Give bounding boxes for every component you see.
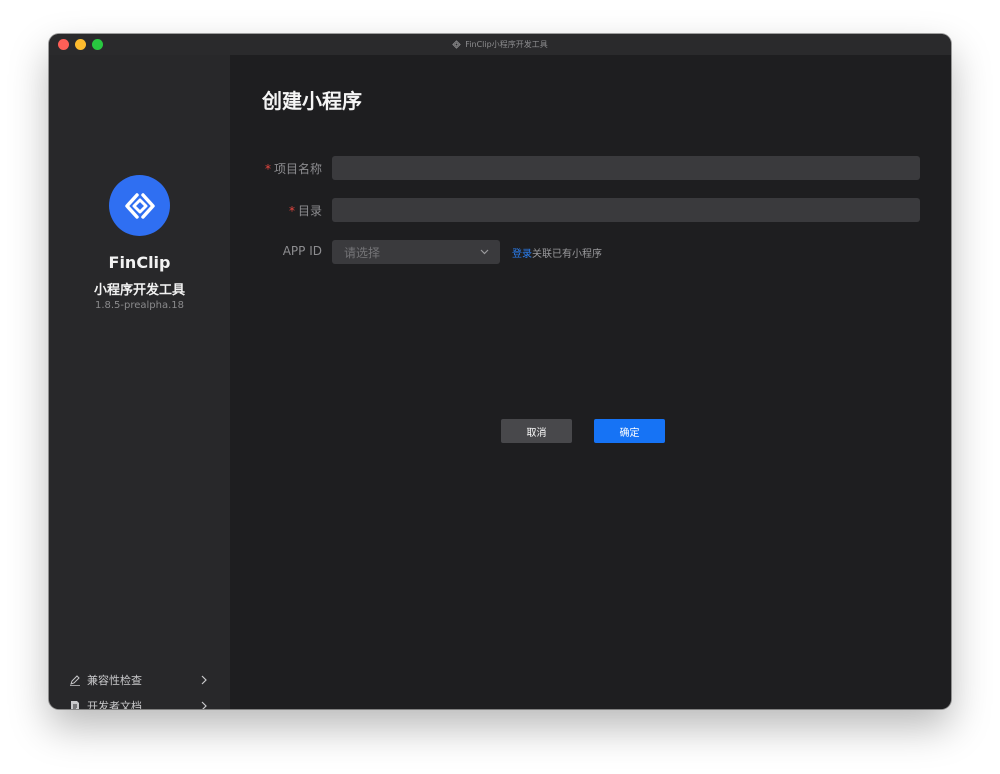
title-bar: FinClip小程序开发工具 — [49, 34, 951, 55]
sidebar: FinClip 小程序开发工具 1.8.5-prealpha.18 兼容性检查 — [49, 55, 230, 709]
directory-row: * 目录 — [230, 198, 951, 222]
chevron-right-icon — [201, 701, 207, 709]
compatibility-check-link[interactable]: 兼容性检查 — [69, 671, 209, 689]
directory-label-text: 目录 — [297, 204, 322, 218]
window-controls — [58, 39, 103, 50]
close-window-button[interactable] — [58, 39, 69, 50]
page-title: 创建小程序 — [262, 89, 362, 113]
developer-docs-link[interactable]: 开发者文档 — [69, 697, 209, 709]
project-name-label-text: 项目名称 — [273, 162, 322, 176]
cancel-button[interactable]: 取消 — [501, 419, 572, 443]
appid-placeholder: 请选择 — [344, 245, 381, 260]
associate-text: 关联已有小程序 — [532, 249, 602, 260]
chevron-right-icon — [201, 675, 207, 685]
finclip-logo-icon — [452, 40, 462, 49]
main-panel: 创建小程序 * 项目名称 * 目录 APP ID 请选择 登录关联已有小程序 取… — [230, 55, 951, 709]
finclip-logo-icon — [124, 192, 155, 219]
appid-select[interactable]: 请选择 — [332, 240, 500, 264]
appid-row: APP ID 请选择 登录关联已有小程序 — [230, 240, 951, 264]
project-name-label: * 项目名称 — [265, 160, 322, 177]
project-name-row: * 项目名称 — [230, 156, 951, 180]
maximize-window-button[interactable] — [92, 39, 103, 50]
directory-input[interactable] — [332, 198, 920, 222]
document-icon — [69, 700, 81, 709]
chevron-down-icon — [480, 249, 489, 255]
required-mark: * — [288, 204, 295, 218]
version-label: 1.8.5-prealpha.18 — [94, 300, 185, 311]
pen-icon — [69, 674, 81, 686]
project-name-input[interactable] — [332, 156, 920, 180]
window-title-text: FinClip小程序开发工具 — [465, 40, 548, 49]
minimize-window-button[interactable] — [75, 39, 86, 50]
app-window: FinClip小程序开发工具 FinClip 小程序开发工具 1.8.5-pre… — [49, 34, 951, 709]
developer-docs-label: 开发者文档 — [87, 700, 142, 709]
brand-subtitle: 小程序开发工具 — [93, 283, 185, 298]
window-title: FinClip小程序开发工具 — [452, 39, 548, 50]
compatibility-check-label: 兼容性检查 — [87, 674, 142, 687]
confirm-button[interactable]: 确定 — [594, 419, 665, 443]
login-link[interactable]: 登录 — [512, 249, 532, 260]
appid-label: APP ID — [282, 244, 322, 258]
associate-hint: 登录关联已有小程序 — [512, 245, 602, 260]
finclip-logo — [109, 175, 170, 236]
brand-name: FinClip — [108, 253, 171, 272]
required-mark: * — [264, 162, 271, 176]
directory-label: * 目录 — [289, 202, 322, 219]
